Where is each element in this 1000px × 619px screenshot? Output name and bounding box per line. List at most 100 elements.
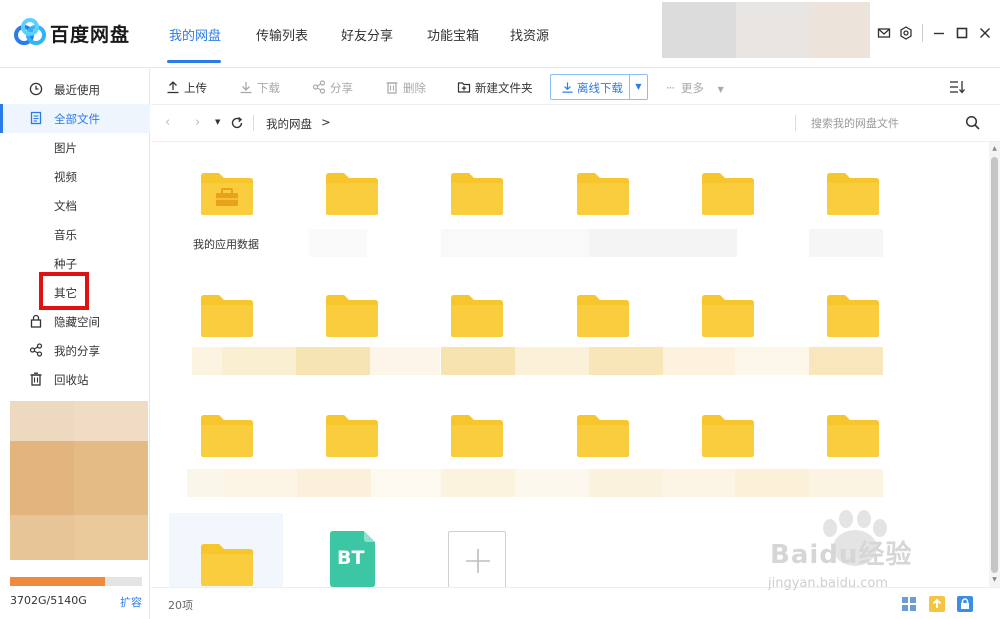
search-input[interactable] bbox=[811, 114, 951, 132]
folder-item[interactable] bbox=[545, 384, 659, 494]
vertical-scrollbar[interactable]: ▲ ▼ bbox=[989, 142, 1000, 587]
more-button[interactable]: ··· 更多 ▼ bbox=[663, 80, 724, 96]
folder-item[interactable] bbox=[419, 142, 533, 252]
new-folder-button[interactable]: 新建文件夹 bbox=[457, 80, 533, 96]
sidebar-item-label: 隐藏空间 bbox=[54, 315, 100, 329]
folder-icon bbox=[827, 173, 879, 215]
sidebar-item-hidden-space[interactable]: 隐藏空间 bbox=[0, 307, 150, 336]
sidebar-item-images[interactable]: 图片 bbox=[0, 133, 150, 162]
scroll-down-arrow-icon[interactable]: ▼ bbox=[991, 576, 998, 583]
forward-arrow-icon[interactable]: › bbox=[195, 115, 200, 130]
sidebar-item-label: 全部文件 bbox=[54, 112, 100, 126]
close-icon[interactable] bbox=[978, 26, 992, 40]
folder-app-data[interactable]: 我的应用数据 bbox=[169, 142, 283, 252]
grid-view-icon[interactable] bbox=[900, 595, 918, 613]
app-data-folder-icon bbox=[201, 173, 253, 215]
offline-download-button[interactable]: 离线下载 ▼ bbox=[550, 74, 648, 100]
folder-icon bbox=[201, 544, 253, 586]
folder-item[interactable] bbox=[294, 384, 408, 494]
sidebar-item-documents[interactable]: 文档 bbox=[0, 191, 150, 220]
folder-icon bbox=[326, 415, 378, 457]
bt-file-label: BT bbox=[337, 547, 365, 569]
offline-download-dropdown-arrow-icon[interactable]: ▼ bbox=[629, 75, 647, 99]
folder-item[interactable] bbox=[169, 384, 283, 494]
share-button[interactable]: 分享 bbox=[312, 80, 353, 96]
folder-item[interactable] bbox=[169, 264, 283, 374]
folder-icon bbox=[827, 295, 879, 337]
folder-item[interactable] bbox=[670, 264, 784, 374]
safe-box-lock-icon[interactable] bbox=[956, 595, 974, 613]
breadcrumb-my-netdisk[interactable]: 我的网盘 bbox=[266, 116, 312, 132]
folder-item[interactable] bbox=[545, 264, 659, 374]
new-folder-label: 新建文件夹 bbox=[475, 81, 533, 95]
folder-icon bbox=[702, 415, 754, 457]
search-icon[interactable] bbox=[965, 115, 981, 131]
sidebar-item-music[interactable]: 音乐 bbox=[0, 220, 150, 249]
address-bar: ‹ › ▼ 我的网盘 > bbox=[151, 105, 1000, 142]
minimize-icon[interactable] bbox=[932, 26, 946, 40]
storage-quota-text: 3702G/5140G bbox=[10, 594, 87, 607]
add-item-box bbox=[448, 531, 506, 587]
folder-icon bbox=[702, 295, 754, 337]
add-new-item-button[interactable] bbox=[419, 513, 533, 587]
sidebar-item-recent[interactable]: 最近使用 bbox=[0, 75, 150, 104]
watermark-text: Baidu经验 bbox=[770, 540, 913, 570]
tab-toolbox[interactable]: 功能宝箱 bbox=[427, 25, 479, 44]
folder-item[interactable] bbox=[670, 142, 784, 252]
mail-icon[interactable] bbox=[877, 26, 891, 40]
sidebar-item-videos[interactable]: 视频 bbox=[0, 162, 150, 191]
trash-icon bbox=[386, 82, 398, 94]
sidebar-item-label: 种子 bbox=[54, 257, 77, 271]
download-button[interactable]: 下载 bbox=[239, 80, 280, 96]
upload-button[interactable]: 上传 bbox=[166, 80, 207, 96]
toolbar: 上传 下载 分享 删除 新建文件夹 离线下载 ▼ ··· 更多 ▼ bbox=[151, 69, 1000, 105]
sidebar-item-label: 文档 bbox=[54, 199, 77, 213]
tab-my-netdisk[interactable]: 我的网盘 bbox=[169, 25, 221, 44]
offline-download-icon bbox=[562, 82, 573, 93]
scroll-up-arrow-icon[interactable]: ▲ bbox=[991, 145, 998, 152]
expand-storage-link[interactable]: 扩容 bbox=[120, 594, 142, 610]
sidebar: 最近使用 全部文件 图片 视频 文档 音乐 种子 其它 隐藏空间 我的分享 回收… bbox=[0, 69, 150, 619]
folder-item[interactable] bbox=[795, 384, 909, 494]
tab-transfer-list[interactable]: 传输列表 bbox=[256, 25, 308, 44]
folder-item[interactable] bbox=[419, 264, 533, 374]
clock-icon bbox=[29, 82, 43, 96]
blurred-promo-banner[interactable] bbox=[10, 401, 148, 560]
more-label: 更多 bbox=[681, 81, 704, 95]
scrollbar-thumb[interactable] bbox=[991, 157, 998, 573]
bt-file-item[interactable]: BT bbox=[294, 513, 408, 587]
app-title: 百度网盘 bbox=[50, 24, 131, 46]
tab-find-resources[interactable]: 找资源 bbox=[510, 25, 549, 44]
back-arrow-icon[interactable]: ‹ bbox=[165, 115, 170, 130]
sort-icon[interactable] bbox=[949, 80, 966, 94]
title-bar: 百度网盘 我的网盘 传输列表 好友分享 功能宝箱 找资源 bbox=[0, 0, 1000, 68]
red-highlight-box bbox=[39, 272, 89, 310]
delete-button[interactable]: 删除 bbox=[385, 80, 426, 96]
sidebar-item-label: 图片 bbox=[54, 141, 77, 155]
upload-manager-icon[interactable] bbox=[928, 595, 946, 613]
upload-label: 上传 bbox=[184, 81, 207, 95]
status-bar: 20项 bbox=[151, 587, 1000, 619]
sidebar-item-all-files[interactable]: 全部文件 bbox=[0, 104, 150, 133]
folder-item[interactable] bbox=[670, 384, 784, 494]
folder-item[interactable] bbox=[545, 142, 659, 252]
folder-item[interactable] bbox=[795, 264, 909, 374]
folder-item[interactable] bbox=[294, 264, 408, 374]
folder-item[interactable] bbox=[795, 142, 909, 252]
tab-friend-share[interactable]: 好友分享 bbox=[341, 25, 393, 44]
delete-label: 删除 bbox=[403, 81, 426, 95]
address-divider bbox=[253, 115, 254, 131]
refresh-icon[interactable] bbox=[230, 116, 244, 130]
folder-icon bbox=[577, 295, 629, 337]
folder-item[interactable] bbox=[419, 384, 533, 494]
sidebar-item-label: 音乐 bbox=[54, 228, 77, 242]
lock-icon bbox=[30, 314, 42, 328]
settings-icon[interactable] bbox=[899, 26, 913, 40]
history-dropdown-icon[interactable]: ▼ bbox=[215, 118, 220, 126]
folder-item[interactable] bbox=[294, 142, 408, 252]
folder-item-selected[interactable] bbox=[169, 513, 283, 587]
sidebar-item-my-shares[interactable]: 我的分享 bbox=[0, 336, 150, 365]
maximize-icon[interactable] bbox=[955, 26, 969, 40]
sidebar-item-recycle-bin[interactable]: 回收站 bbox=[0, 365, 150, 394]
offline-download-label: 离线下载 bbox=[577, 81, 623, 95]
